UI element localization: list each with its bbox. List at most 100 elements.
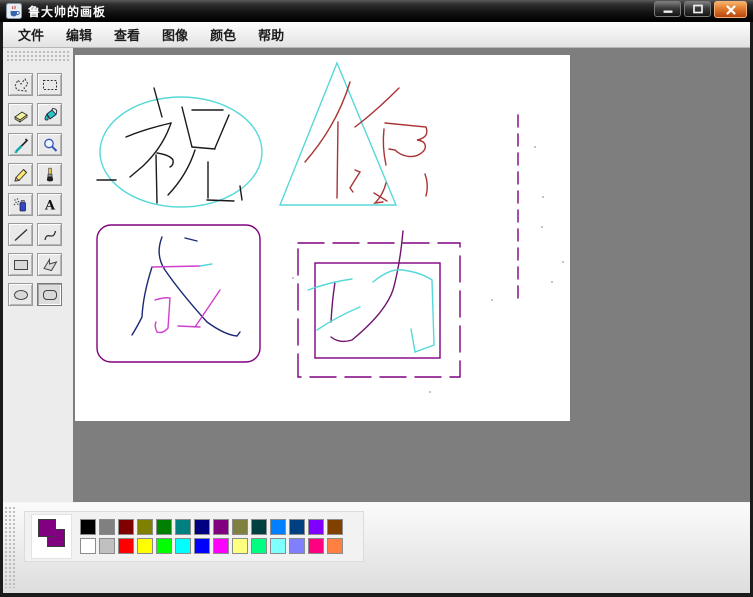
color-swatch-008000[interactable] bbox=[156, 519, 172, 535]
color-swatch-808040[interactable] bbox=[232, 519, 248, 535]
menu-item-color[interactable]: 颜色 bbox=[202, 23, 244, 46]
toolbar-drag-handle[interactable] bbox=[6, 50, 70, 62]
foreground-color-swatch bbox=[38, 519, 56, 537]
tool-fill-button[interactable] bbox=[37, 103, 62, 126]
curve-icon bbox=[43, 230, 56, 240]
color-swatch-ffff00[interactable] bbox=[137, 538, 153, 554]
speck bbox=[491, 299, 493, 301]
pencil-icon bbox=[13, 168, 27, 182]
polygon-icon bbox=[42, 257, 58, 271]
app-window: 鲁大帅的画板 文件 编辑 查看 图像 颜色 帮助 A bbox=[0, 0, 753, 597]
char-ni-stroke bbox=[349, 169, 362, 193]
tool-line-button[interactable] bbox=[8, 223, 33, 246]
color-swatch-804000[interactable] bbox=[327, 519, 343, 535]
tool-ellipse-button[interactable] bbox=[8, 283, 33, 306]
color-swatch-ff0080[interactable] bbox=[308, 538, 324, 554]
magnifier-icon bbox=[43, 138, 57, 152]
eraser-icon bbox=[13, 110, 28, 123]
char-zhu-stroke bbox=[181, 106, 193, 148]
window-controls bbox=[654, 0, 747, 22]
title-bar[interactable]: 鲁大帅的画板 bbox=[0, 0, 753, 22]
color-swatch-800080[interactable] bbox=[213, 519, 229, 535]
char-zhu-stroke bbox=[125, 122, 172, 138]
color-swatch-0000ff[interactable] bbox=[194, 538, 210, 554]
menu-bar: 文件 编辑 查看 图像 颜色 帮助 bbox=[3, 22, 750, 48]
color-swatch-808000[interactable] bbox=[137, 519, 153, 535]
char-cheng-stroke bbox=[194, 289, 221, 328]
close-button[interactable] bbox=[714, 1, 747, 18]
tool-rectangle-button[interactable] bbox=[8, 253, 33, 276]
color-swatch-ff0000[interactable] bbox=[118, 538, 134, 554]
color-swatch-00ff80[interactable] bbox=[251, 538, 267, 554]
tool-eraser-button[interactable] bbox=[8, 103, 33, 126]
tool-text-button[interactable]: A bbox=[37, 193, 62, 216]
line-icon bbox=[14, 228, 27, 241]
color-swatch-008080[interactable] bbox=[175, 519, 191, 535]
speck bbox=[551, 281, 553, 283]
color-swatch-0080ff[interactable] bbox=[270, 519, 286, 535]
rounded-frame bbox=[96, 224, 261, 363]
color-swatch-000080[interactable] bbox=[194, 519, 210, 535]
tool-airbrush-button[interactable] bbox=[8, 193, 33, 216]
menu-item-file[interactable]: 文件 bbox=[10, 23, 52, 46]
free-select-icon bbox=[13, 77, 29, 92]
char-zhu-stroke bbox=[155, 154, 158, 204]
color-swatch-8000ff[interactable] bbox=[308, 519, 324, 535]
tool-free-select-button[interactable] bbox=[8, 73, 33, 96]
char-zhu-stroke bbox=[156, 152, 174, 168]
color-swatch-ffff80[interactable] bbox=[232, 538, 248, 554]
color-swatch-80ffff[interactable] bbox=[270, 538, 286, 554]
color-swatch-c0c0c0[interactable] bbox=[99, 538, 115, 554]
tool-magnifier-button[interactable] bbox=[37, 133, 62, 156]
main-content: A bbox=[3, 48, 750, 502]
menu-item-image[interactable]: 图像 bbox=[154, 23, 196, 46]
ellipse-icon bbox=[13, 289, 28, 300]
fill-icon bbox=[44, 107, 57, 120]
tool-rect-select-button[interactable] bbox=[37, 73, 62, 96]
speck bbox=[534, 146, 536, 148]
drawing-canvas[interactable] bbox=[75, 55, 570, 421]
color-swatch-000000[interactable] bbox=[80, 519, 96, 535]
window-title: 鲁大帅的画板 bbox=[28, 4, 107, 19]
tool-brush-button[interactable] bbox=[37, 163, 62, 186]
speck bbox=[429, 391, 431, 393]
color-toolbar bbox=[3, 502, 750, 593]
rectangle-icon bbox=[13, 259, 28, 270]
char-cheng-stroke bbox=[131, 266, 153, 336]
menu-item-help[interactable]: 帮助 bbox=[250, 23, 292, 46]
color-swatch-ffffff[interactable] bbox=[80, 538, 96, 554]
char-ni-stroke bbox=[384, 122, 428, 158]
tool-rounded-rect-button[interactable] bbox=[37, 283, 62, 306]
char-ni-stroke bbox=[424, 173, 428, 197]
menu-item-view[interactable]: 查看 bbox=[106, 23, 148, 46]
color-swatch-ff00ff[interactable] bbox=[213, 538, 229, 554]
color-swatch-800000[interactable] bbox=[118, 519, 134, 535]
char-cheng-stroke bbox=[177, 325, 201, 328]
color-swatch-8080ff[interactable] bbox=[289, 538, 305, 554]
rect-select-icon bbox=[42, 79, 57, 90]
color-swatch-808080[interactable] bbox=[99, 519, 115, 535]
minimize-button[interactable] bbox=[654, 1, 681, 17]
char-zhu-stroke bbox=[206, 199, 235, 202]
color-toolbar-drag-handle[interactable] bbox=[4, 506, 17, 588]
color-swatch-004080[interactable] bbox=[289, 519, 305, 535]
speck bbox=[562, 261, 564, 263]
maximize-button[interactable] bbox=[684, 1, 711, 17]
tool-polygon-button[interactable] bbox=[37, 253, 62, 276]
color-swatch-00ffff[interactable] bbox=[175, 538, 191, 554]
speck bbox=[541, 226, 543, 228]
tool-pencil-button[interactable] bbox=[8, 163, 33, 186]
char-ni-stroke bbox=[304, 81, 351, 163]
color-picker-icon bbox=[14, 137, 28, 153]
color-swatch-004040[interactable] bbox=[251, 519, 267, 535]
tool-curve-button[interactable] bbox=[37, 223, 62, 246]
menu-item-edit[interactable]: 编辑 bbox=[58, 23, 100, 46]
brush-icon bbox=[46, 167, 53, 181]
airbrush-icon bbox=[13, 197, 26, 211]
color-swatch-ff8040[interactable] bbox=[327, 538, 343, 554]
char-zhu-stroke bbox=[167, 149, 196, 196]
color-swatch-00ff00[interactable] bbox=[156, 538, 172, 554]
char-gong-stroke bbox=[330, 281, 336, 323]
tool-color-picker-button[interactable] bbox=[8, 133, 33, 156]
char-ni-stroke bbox=[354, 87, 400, 128]
